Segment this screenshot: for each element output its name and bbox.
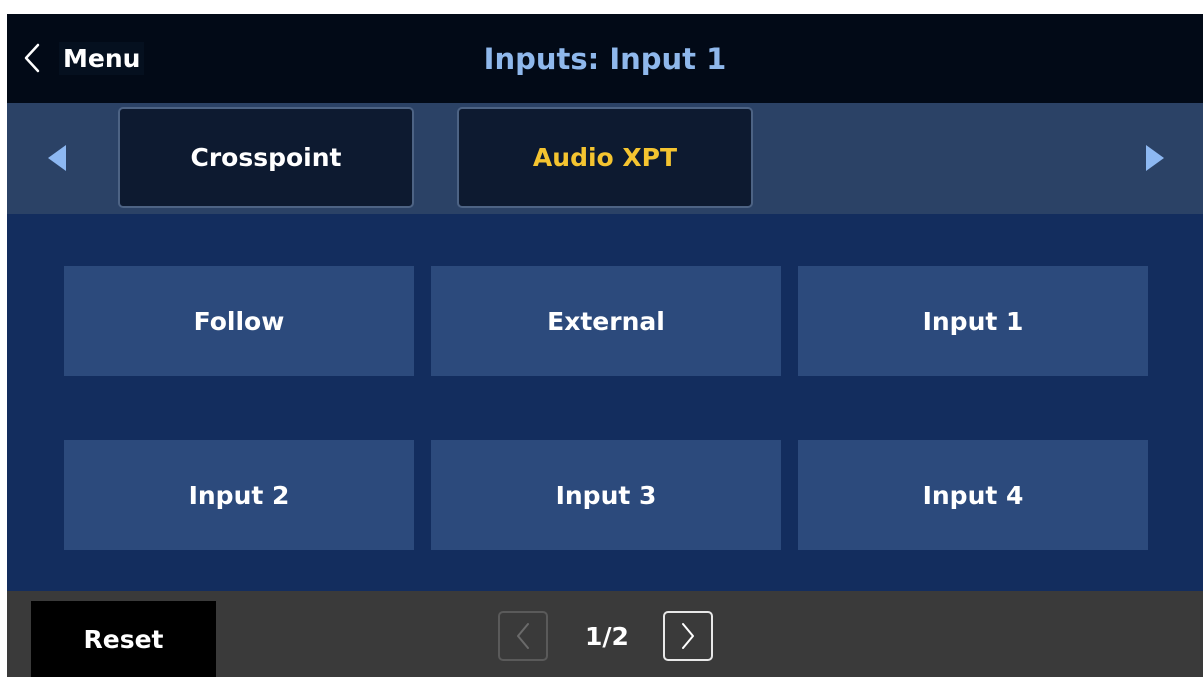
next-page-button[interactable] [663, 611, 713, 661]
triangle-right-icon [1146, 145, 1164, 171]
chevron-right-icon [682, 623, 694, 649]
tab-scroll-left-button[interactable] [43, 141, 71, 175]
triangle-left-icon [48, 145, 66, 171]
reset-button[interactable]: Reset [31, 601, 216, 677]
header-bar: Menu Inputs: Input 1 [7, 14, 1203, 103]
tab-crosspoint[interactable]: Crosspoint [118, 107, 414, 208]
tab-scroll-right-button[interactable] [1141, 141, 1169, 175]
footer-bar: Reset 1/2 [7, 591, 1203, 677]
option-external[interactable]: External [431, 266, 781, 376]
page-indicator: 1/2 [585, 621, 629, 651]
audio-source-grid: Follow External Input 1 Input 2 Input 3 … [7, 214, 1203, 591]
option-input-1[interactable]: Input 1 [798, 266, 1148, 376]
chevron-left-icon [517, 623, 529, 649]
option-input-3[interactable]: Input 3 [431, 440, 781, 550]
tab-bar: Crosspoint Audio XPT [7, 103, 1203, 214]
tab-audio-xpt[interactable]: Audio XPT [457, 107, 753, 208]
option-input-4[interactable]: Input 4 [798, 440, 1148, 550]
option-follow[interactable]: Follow [64, 266, 414, 376]
screen: Menu Inputs: Input 1 Crosspoint Audio XP… [7, 14, 1203, 677]
previous-page-button[interactable] [498, 611, 548, 661]
option-input-2[interactable]: Input 2 [64, 440, 414, 550]
page-title: Inputs: Input 1 [483, 41, 727, 76]
